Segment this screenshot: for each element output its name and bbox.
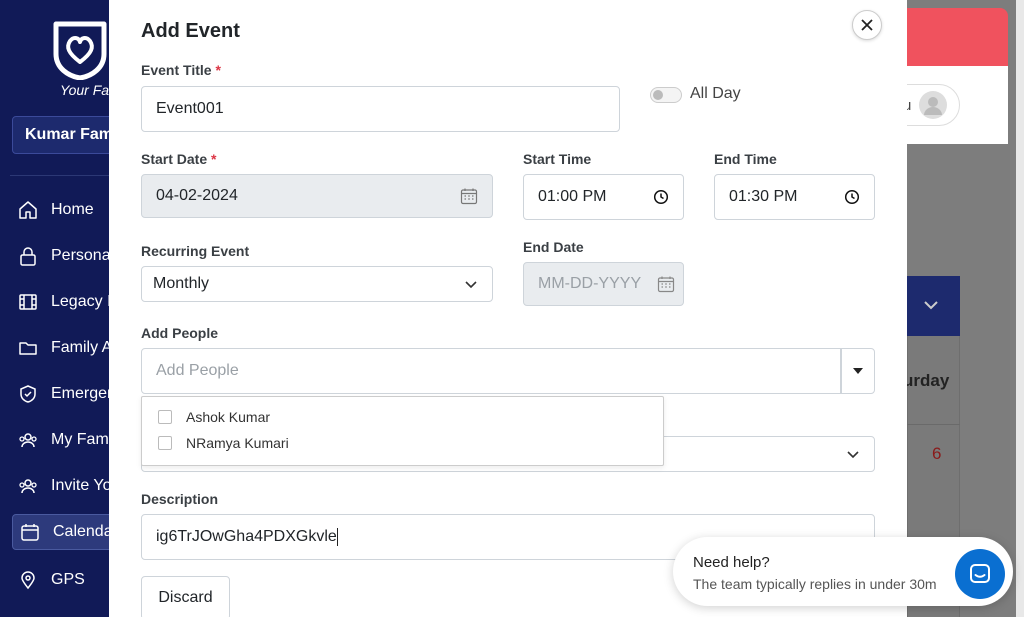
description-value: ig6TrJOwGha4PDXGkvle — [156, 528, 337, 545]
start-date-label-text: Start Date — [141, 151, 208, 167]
calendar-icon[interactable] — [460, 187, 478, 205]
sidebar-item-label: GPS — [51, 571, 85, 588]
users-plus-icon — [17, 475, 39, 497]
sidebar-item-invite[interactable]: Invite Yo — [0, 468, 109, 504]
sidebar-item-label: My Fam — [51, 431, 109, 448]
event-title-label: Event Title * — [141, 62, 221, 78]
family-heart-logo — [53, 21, 107, 80]
close-icon — [861, 19, 873, 31]
end-time-value: 01:30 PM — [729, 188, 798, 205]
start-time-input[interactable]: 01:00 PM — [523, 174, 684, 220]
sidebar-item-family-archive[interactable]: Family A — [0, 330, 109, 366]
help-title: Need help? — [693, 554, 770, 571]
calendar-divider — [907, 424, 960, 425]
folder-icon — [17, 337, 39, 359]
calendar-header — [900, 276, 960, 336]
event-title-value: Event001 — [156, 100, 224, 117]
all-day-toggle[interactable] — [650, 87, 682, 103]
sidebar-item-label: Family A — [51, 339, 109, 356]
event-title-label-text: Event Title — [141, 62, 212, 78]
modal-title: Add Event — [141, 20, 240, 42]
calendar-day-header: urday — [903, 371, 950, 390]
sidebar-item-label: Legacy I — [51, 293, 109, 310]
recurring-event-select[interactable]: Monthly — [141, 266, 493, 302]
event-title-input[interactable]: Event001 — [141, 86, 620, 132]
text-cursor — [336, 528, 338, 546]
all-day-label: All Day — [690, 85, 741, 102]
chevron-down-icon — [464, 277, 478, 291]
sidebar-item-calendar[interactable]: Calenda — [12, 514, 109, 550]
close-button[interactable] — [852, 10, 882, 40]
description-label: Description — [141, 491, 219, 507]
add-people-dropdown-toggle[interactable] — [841, 348, 875, 394]
shield-check-icon — [17, 383, 39, 405]
end-date-input[interactable]: MM-DD-YYYY — [523, 262, 684, 306]
toggle-knob — [653, 90, 663, 100]
end-date-label: End Date — [523, 239, 584, 255]
start-date-value: 04-02-2024 — [156, 187, 238, 204]
clock-icon[interactable] — [844, 189, 860, 205]
sidebar-item-label: Calenda — [53, 523, 109, 540]
add-people-placeholder: Add People — [156, 362, 239, 379]
calendar-icon[interactable] — [657, 275, 675, 293]
start-date-label: Start Date * — [141, 151, 216, 167]
scrollbar[interactable] — [1016, 0, 1024, 617]
end-date-placeholder: MM-DD-YYYY — [538, 275, 642, 292]
people-option[interactable]: Ashok Kumar — [158, 409, 270, 425]
home-icon — [17, 199, 39, 221]
header-banner — [900, 8, 1008, 66]
chevron-down-icon[interactable] — [922, 296, 940, 314]
sidebar-item-home[interactable]: Home — [0, 192, 109, 228]
required-mark: * — [215, 62, 221, 78]
sidebar-item-my-family[interactable]: My Fam — [0, 422, 109, 458]
sidebar-item-legacy[interactable]: Legacy I — [0, 284, 109, 320]
discard-button[interactable]: Discard — [141, 576, 230, 617]
help-subtitle: The team typically replies in under 30m — [693, 576, 937, 592]
end-time-input[interactable]: 01:30 PM — [714, 174, 875, 220]
start-date-input[interactable]: 04-02-2024 — [141, 174, 493, 218]
avatar — [919, 91, 947, 119]
chevron-down-icon — [846, 447, 860, 461]
people-option-label: Ashok Kumar — [186, 409, 271, 425]
brand-tagline: Your Fa — [60, 82, 109, 98]
add-people-input[interactable]: Add People — [141, 348, 841, 394]
caret-down-icon — [853, 368, 863, 374]
add-people-label: Add People — [141, 325, 219, 341]
start-time-label: Start Time — [523, 151, 592, 167]
sidebar: Your Fa Kumar Fami Home Persona Legacy I… — [0, 0, 109, 617]
sidebar-item-label: Emergen — [51, 385, 109, 402]
family-selector[interactable]: Kumar Fami — [12, 116, 109, 154]
recurring-event-value: Monthly — [153, 275, 210, 292]
people-option[interactable]: NRamya Kumari — [158, 435, 289, 451]
film-icon — [17, 291, 39, 313]
sidebar-item-personal[interactable]: Persona — [0, 238, 109, 274]
checkbox[interactable] — [158, 410, 172, 424]
sidebar-item-emergency[interactable]: Emergen — [0, 376, 109, 412]
calendar-date[interactable]: 6 — [932, 444, 941, 464]
end-time-label: End Time — [714, 151, 777, 167]
people-option-label: NRamya Kumari — [186, 435, 289, 451]
calendar-icon — [19, 521, 41, 543]
required-mark: * — [211, 151, 217, 167]
sidebar-item-gps[interactable]: GPS — [0, 562, 109, 598]
users-icon — [17, 429, 39, 451]
chat-icon — [970, 564, 990, 583]
location-pin-icon — [17, 569, 39, 591]
sidebar-item-label: Home — [51, 201, 94, 218]
people-dropdown: Ashok Kumar NRamya Kumari — [141, 396, 664, 466]
sidebar-divider — [10, 175, 109, 176]
add-event-modal: Add Event Event Title * Event001 All Day… — [109, 0, 907, 617]
lock-icon — [17, 245, 39, 267]
checkbox[interactable] — [158, 436, 172, 450]
sidebar-item-label: Persona — [51, 247, 109, 264]
sidebar-item-label: Invite Yo — [51, 477, 109, 494]
clock-icon[interactable] — [653, 189, 669, 205]
start-time-value: 01:00 PM — [538, 188, 607, 205]
chat-launcher-button[interactable] — [955, 549, 1005, 599]
recurring-event-label: Recurring Event — [141, 243, 250, 259]
